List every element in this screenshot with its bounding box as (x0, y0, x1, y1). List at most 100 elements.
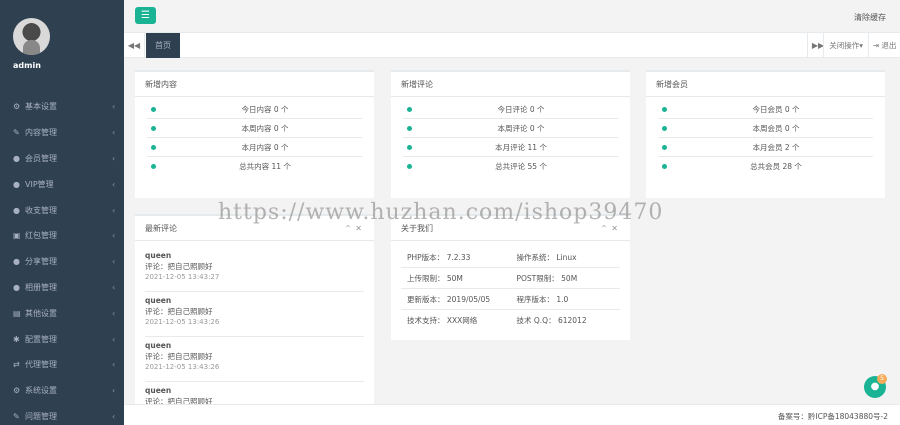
sidebar-item-label: 系统设置 (25, 386, 57, 396)
sidebar: admin ⚙ 基本设置 ‹ ✎ 内容管理 ‹ ● 会员管理 ‹ ● VIP管理 ‹ ● 收支管理… (0, 0, 124, 425)
sidebar-item-config[interactable]: ✱ 配置管理 ‹ (0, 326, 124, 352)
sidebar-item-vip[interactable]: ● VIP管理 ‹ (0, 171, 124, 197)
panel-title-label: 最新评论 (145, 224, 177, 233)
comment-user: queen (145, 386, 172, 395)
panel-title: 新增评论 (391, 72, 630, 97)
sidebar-item-other[interactable]: ▤ 其他设置 ‹ (0, 300, 124, 326)
sidebar-item-label: 基本设置 (25, 102, 57, 112)
hamburger-icon: ☰ (141, 10, 150, 21)
dot-icon (407, 164, 412, 169)
system-info-grid: PHP版本： 7.2.33 操作系统： Linux 上传限制： 50M POST限制… (391, 241, 630, 331)
list-item: queen 评论：把自己照顾好 2021-12-05 13:43:27 (145, 247, 364, 292)
chevron-left-icon: ‹ (112, 334, 116, 344)
list-item: 本月内容 0 个 (147, 138, 362, 157)
user-icon: ● (13, 179, 20, 189)
list-item: queen 评论：把自己照顾好 (145, 382, 364, 404)
sidebar-item-label: 代理管理 (25, 360, 57, 370)
logout-button[interactable]: ⇥ 退出 (868, 33, 900, 58)
list-item: 总共内容 11 个 (147, 157, 362, 176)
list-item: 本周评论 0 个 (403, 119, 618, 138)
chevron-left-icon: ‹ (112, 205, 116, 215)
sidebar-item-agent[interactable]: ⇄ 代理管理 ‹ (0, 352, 124, 378)
logout-label: 退出 (881, 41, 897, 50)
chevron-left-icon: ‹ (112, 308, 116, 318)
comment-time: 2021-12-05 13:43:26 (145, 318, 220, 326)
tab-bar: ◀◀ 首页 ▶▶ 关闭操作▾ ⇥ 退出 (124, 33, 900, 58)
new-content-panel: 新增内容 今日内容 0 个 本周内容 0 个 本月内容 0 个 总共内容 11 … (135, 70, 374, 198)
close-icon[interactable]: ✕ (355, 224, 366, 233)
sidebar-item-label: 相册管理 (25, 282, 57, 292)
sidebar-item-system[interactable]: ⚙ 系统设置 ‹ (0, 378, 124, 404)
close-operations-dropdown[interactable]: 关闭操作▾ (823, 33, 868, 58)
list-item: 今日会员 0 个 (658, 100, 873, 119)
panel-title: 新增会员 (646, 72, 885, 97)
dot-icon (407, 106, 412, 112)
dot-icon (662, 164, 667, 169)
sidebar-item-album[interactable]: ● 相册管理 ‹ (0, 275, 124, 301)
dot-icon (151, 164, 156, 169)
panel-title-label: 关于我们 (401, 224, 433, 233)
sidebar-item-share[interactable]: ● 分享管理 ‹ (0, 249, 124, 275)
user-avatar[interactable] (13, 18, 50, 55)
dot-icon (407, 125, 412, 131)
chat-badge: 5 (877, 374, 887, 384)
list-item: 总共评论 55 个 (403, 157, 618, 176)
edit-icon: ✎ (13, 411, 20, 421)
chevron-left-icon: ‹ (112, 282, 116, 292)
chevron-left-icon: ‹ (112, 128, 116, 138)
sidebar-item-finance[interactable]: ● 收支管理 ‹ (0, 197, 124, 223)
collapse-icon[interactable]: ⌃ (345, 224, 356, 233)
comment-text: 评论：把自己照顾好 (145, 307, 213, 316)
sidebar-item-label: 问题管理 (25, 411, 57, 421)
logout-icon: ⇥ (872, 41, 879, 50)
chevron-left-icon: ‹ (112, 179, 116, 189)
tab-home[interactable]: 首页 (146, 33, 180, 58)
comment-text: 评论：把自己照顾好 (145, 397, 213, 404)
stat-list: 今日内容 0 个 本周内容 0 个 本月内容 0 个 总共内容 11 个 (135, 97, 374, 176)
menu-toggle-button[interactable]: ☰ (135, 7, 156, 24)
sidebar-menu: ⚙ 基本设置 ‹ ✎ 内容管理 ‹ ● 会员管理 ‹ ● VIP管理 ‹ ● 收支管理 ‹ ▣ 红包管… (0, 94, 124, 425)
list-item: 本周内容 0 个 (147, 119, 362, 138)
chevron-left-icon: ‹ (112, 411, 116, 421)
list-item: 本月评论 11 个 (403, 138, 618, 157)
edit-icon: ✎ (13, 128, 20, 138)
user-icon: ● (13, 257, 20, 267)
sidebar-item-label: 红包管理 (25, 231, 57, 241)
chevron-left-icon: ‹ (112, 386, 116, 396)
dot-icon (662, 106, 667, 112)
close-icon[interactable]: ✕ (611, 224, 622, 233)
gear-icon: ⚙ (13, 102, 21, 112)
panel-title: 新增内容 (135, 72, 374, 97)
comment-text: 评论：把自己照顾好 (145, 352, 213, 361)
dot-icon (662, 125, 667, 131)
chevron-left-icon: ‹ (112, 257, 116, 267)
sidebar-item-basic-settings[interactable]: ⚙ 基本设置 ‹ (0, 94, 124, 120)
sidebar-item-label: 内容管理 (25, 128, 57, 138)
dot-icon (151, 144, 156, 150)
sidebar-item-content[interactable]: ✎ 内容管理 ‹ (0, 120, 124, 146)
table-row: 更新版本： 2019/05/05 程序版本： 1.0 (401, 289, 620, 310)
list-item: queen 评论：把自己照顾好 2021-12-05 13:43:26 (145, 337, 364, 382)
username[interactable]: admin (13, 61, 41, 70)
sidebar-item-redpacket[interactable]: ▣ 红包管理 ‹ (0, 223, 124, 249)
transfer-icon: ⇄ (13, 360, 20, 370)
collapse-icon[interactable]: ⌃ (601, 224, 612, 233)
sidebar-item-questions[interactable]: ✎ 问题管理 ‹ (0, 404, 124, 425)
sidebar-item-label: 其他设置 (25, 308, 57, 318)
list-item: 本周会员 0 个 (658, 119, 873, 138)
comment-time: 2021-12-05 13:43:26 (145, 363, 220, 371)
table-row: PHP版本： 7.2.33 操作系统： Linux (401, 247, 620, 268)
table-row: 上传限制： 50M POST限制： 50M (401, 268, 620, 289)
footer: 备案号：黔ICP备18043880号-2 (124, 404, 900, 425)
user-icon: ● (13, 205, 20, 215)
sidebar-item-members[interactable]: ● 会员管理 ‹ (0, 146, 124, 172)
clear-cache-link[interactable]: 清除缓存 (854, 12, 886, 23)
tab-scroll-left-button[interactable]: ◀◀ (124, 33, 145, 58)
top-navbar: ☰ 清除缓存 (124, 0, 900, 33)
dot-icon (662, 144, 667, 150)
cogs-icon: ⚙ (13, 386, 21, 396)
new-comments-panel: 新增评论 今日评论 0 个 本周评论 0 个 本月评论 11 个 总共评论 55… (391, 70, 630, 198)
comment-user: queen (145, 296, 172, 305)
gift-icon: ▣ (13, 231, 21, 241)
list-item: 总共会员 28 个 (658, 157, 873, 176)
